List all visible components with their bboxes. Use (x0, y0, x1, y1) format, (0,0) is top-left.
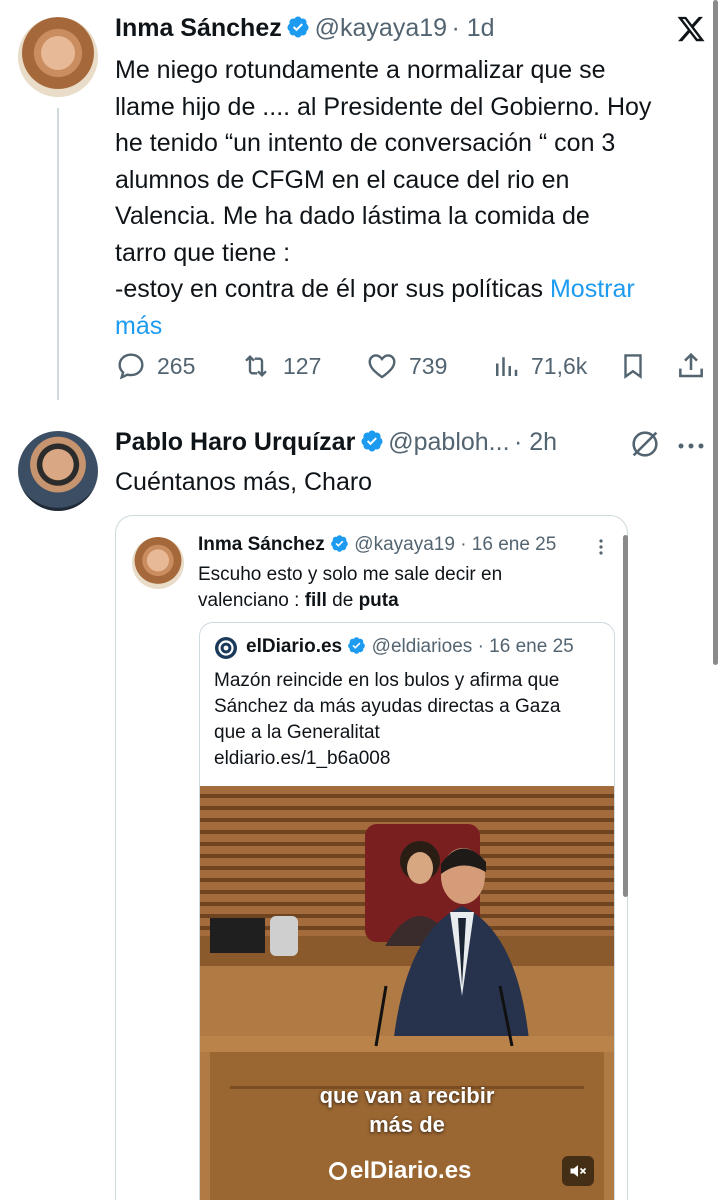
eldiario-watermark-icon (329, 1162, 347, 1180)
quote-text-part: valenciano : (198, 590, 305, 611)
quote-time[interactable]: · 16 ene 25 (460, 534, 556, 555)
mute-button[interactable] (562, 1156, 594, 1186)
page-scrollbar[interactable] (713, 0, 718, 665)
tweet-text-line: tarro que tiene : (115, 238, 291, 267)
show-more-link[interactable]: Mostrar (550, 275, 635, 303)
quote-text-bold: fill (304, 590, 327, 611)
eldiario-logo-icon[interactable] (214, 636, 238, 660)
inner-author-name[interactable]: elDiario.es (246, 636, 342, 657)
bookmark-button[interactable] (618, 350, 648, 382)
verified-badge-icon (331, 535, 348, 552)
quote-text: Escuho esto y solo me sale decir en vale… (198, 562, 608, 614)
verified-badge-icon (348, 637, 366, 654)
tweet-text-line: llame hijo de .... al Presidente del Gob… (115, 92, 652, 121)
video-watermark-text: elDiario.es (350, 1157, 472, 1184)
tweet-text-last: -estoy en contra de él por sus políticas (115, 275, 544, 303)
author-handle[interactable]: @pabloh... (388, 428, 509, 456)
bookmark-icon (624, 354, 642, 379)
quote-text-line: valenciano : fill de puta (198, 588, 608, 614)
avatar-inma-sanchez-quote[interactable] (132, 537, 184, 589)
thread-line (57, 108, 59, 400)
inner-quote-text: Mazón reincide en los bulos y afirma que… (214, 668, 609, 772)
tweet2-text: Cuéntanos más, Charo (115, 468, 373, 496)
inner-link[interactable]: eldiario.es/1_b6a008 (214, 746, 609, 772)
quote-text-bold: puta (358, 590, 399, 611)
repost-count: 127 (283, 352, 322, 379)
avatar-pablo-haro[interactable] (18, 431, 98, 511)
views-count: 71,6k (531, 352, 588, 379)
verified-badge-icon (361, 430, 383, 452)
tweet1-header: Inma Sánchez @kayaya19 · 1d (115, 14, 675, 48)
inner-time[interactable]: · 16 ene 25 (478, 636, 574, 657)
author-handle[interactable]: @kayaya19 (315, 14, 447, 42)
quote-text-part: de (326, 590, 359, 611)
inner-text-line: Sánchez da más ayudas directas a Gaza (214, 696, 561, 717)
tweet-text-line: Me niego rotundamente a normalizar que s… (115, 56, 606, 84)
x-logo-icon[interactable] (676, 14, 706, 44)
tweet-text-line: he tenido “un intento de conversación “ … (115, 129, 616, 157)
more-options-icon[interactable] (676, 438, 706, 449)
share-button[interactable] (675, 350, 707, 382)
quote-more-icon[interactable] (597, 538, 605, 556)
repost-icon (245, 354, 267, 378)
avatar-inma-sanchez[interactable] (18, 17, 98, 97)
quote-author-name[interactable]: Inma Sánchez (198, 534, 325, 555)
video-caption: que van a recibir más de (200, 1081, 614, 1139)
video-caption-line: que van a recibir (319, 1083, 495, 1108)
heart-icon (368, 354, 396, 379)
tweet1-text: Me niego rotundamente a normalizar que s… (115, 52, 715, 344)
quote-text-line: Escuho esto y solo me sale decir en (198, 564, 503, 585)
inner-quote-header: elDiario.es @eldiarioes · 16 ene 25 (246, 636, 606, 658)
reply-count: 265 (157, 352, 196, 379)
author-name[interactable]: Pablo Haro Urquízar (115, 428, 355, 456)
video-caption-line: más de (369, 1112, 445, 1137)
tweet-text-line: -estoy en contra de él por sus políticas… (115, 271, 715, 308)
inner-author-handle[interactable]: @eldiarioes (372, 636, 473, 657)
verified-badge-icon (287, 16, 309, 38)
author-name[interactable]: Inma Sánchez (115, 14, 282, 42)
reply-icon (118, 353, 144, 380)
muted-speaker-icon (570, 1165, 587, 1177)
repost-button[interactable]: 127 (239, 350, 321, 382)
quote-header: Inma Sánchez @kayaya19 · 16 ene 25 (198, 534, 598, 556)
inner-text-line: que a la Generalitat (214, 722, 380, 743)
video-player[interactable]: que van a recibir más de elDiario.es (200, 786, 614, 1200)
like-count: 739 (409, 352, 448, 379)
grok-icon[interactable] (628, 427, 662, 461)
video-watermark: elDiario.es (328, 1156, 471, 1186)
share-icon (679, 352, 703, 378)
views-button[interactable]: 71,6k (491, 350, 587, 382)
tweet1-actions: 265 127 739 71,6k (115, 350, 710, 386)
show-more-link-cont[interactable]: más (115, 312, 162, 340)
tweet-time[interactable]: · 1d (452, 14, 495, 42)
tweet2-header: Pablo Haro Urquízar @pabloh... · 2h (115, 428, 625, 462)
tweet-text-line: alumnos de CFGM en el cauce del rio en (115, 165, 570, 194)
tweet-time[interactable]: · 2h (514, 428, 557, 456)
quote-author-handle[interactable]: @kayaya19 (354, 534, 455, 555)
tweet-text-line: Valencia. Me ha dado lástima la comida d… (115, 202, 590, 230)
analytics-icon (496, 357, 518, 376)
inner-scrollbar[interactable] (623, 535, 628, 897)
reply-button[interactable]: 265 (115, 350, 195, 382)
inner-text-line: Mazón reincide en los bulos y afirma que (214, 670, 560, 691)
like-button[interactable]: 739 (365, 350, 447, 382)
